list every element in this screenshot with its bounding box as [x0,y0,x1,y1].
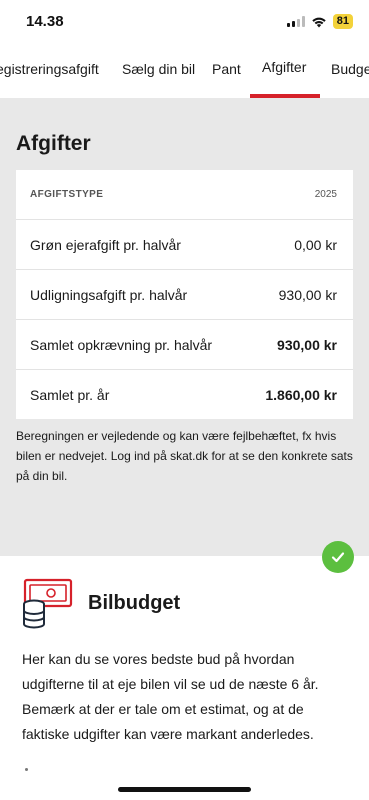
fees-table: AFGIFTSTYPE 2025 Grøn ejerafgift pr. hal… [16,170,353,419]
money-coins-icon [23,578,73,629]
row-label: Udligningsafgift pr. halvår [30,286,188,303]
budget-title: Bilbudget [88,592,181,614]
wifi-icon [312,17,326,27]
row-label: Grøn ejerafgift pr. halvår [30,236,181,253]
table-row: Samlet pr. år 1.860,00 kr [16,369,353,419]
tab-pant[interactable]: Pant [212,61,241,77]
row-label: Samlet pr. år [30,386,110,403]
status-icons: 81 [286,14,353,29]
status-bar: 14.38 81 [0,0,369,44]
row-label: Samlet opkrævning pr. halvår [30,336,213,353]
row-value: 930,00 kr [277,336,337,353]
tab-bar: egistreringsafgift Sælg din bil Pant Afg… [0,44,369,98]
budget-card: Bilbudget Her kan du se vores bedste bud… [0,556,369,800]
loading-dot [25,768,28,771]
row-value: 0,00 kr [294,236,337,253]
row-value: 930,00 kr [278,286,337,303]
budget-description: Her kan du se vores bedste bud på hvorda… [22,651,319,742]
status-time: 14.38 [26,13,64,30]
table-header: AFGIFTSTYPE 2025 [16,170,353,219]
column-header-type: AFGIFTSTYPE [30,189,104,200]
disclaimer-text: Beregningen er vejledende og kan være fe… [16,429,353,483]
tab-registreringsafgift[interactable]: egistreringsafgift [0,61,99,77]
tab-saelg-din-bil[interactable]: Sælg din bil [122,61,195,77]
tab-budget[interactable]: Budge [331,61,369,77]
battery-indicator: 81 [332,14,353,29]
tab-afgifter[interactable]: Afgifter [262,59,306,75]
row-value: 1.860,00 kr [265,386,337,403]
table-row: Samlet opkrævning pr. halvår 930,00 kr [16,319,353,369]
section-title: Afgifter [16,132,91,155]
table-row: Grøn ejerafgift pr. halvår 0,00 kr [16,219,353,269]
column-header-year: 2025 [314,189,337,200]
fees-section: Afgifter AFGIFTSTYPE 2025 Grøn ejerafgif… [0,98,369,556]
table-row: Udligningsafgift pr. halvår 930,00 kr [16,269,353,319]
cellular-signal-icon [286,16,305,27]
checkmark-icon [322,541,354,573]
home-indicator[interactable] [118,787,251,792]
